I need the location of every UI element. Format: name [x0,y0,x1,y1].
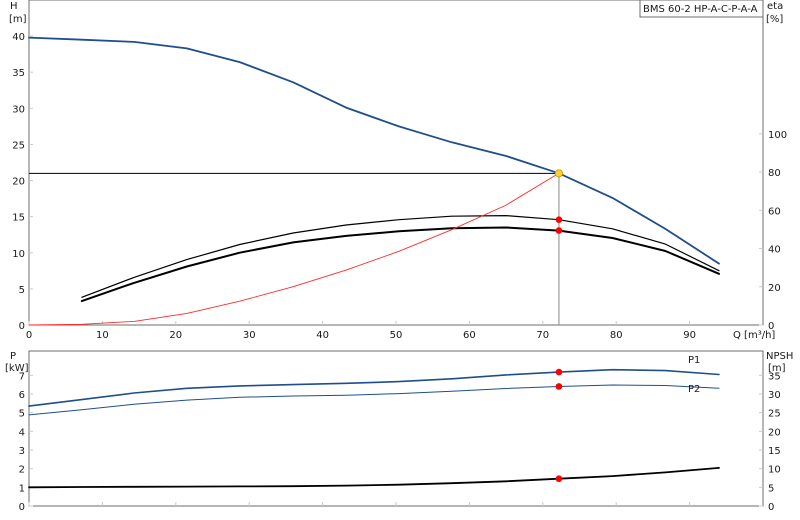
npsh-tick-label: 5 [768,483,774,494]
x-tick-label: 20 [169,330,182,341]
npsh-tick-label: 30 [768,390,781,401]
power-npsh-series [28,368,720,489]
y-axis-right-unit: [%] [766,14,783,25]
y-left-tick-label: 15 [12,213,25,224]
power-axis-name: P [10,351,16,362]
x-axis-label: Q [m³/h] [733,330,775,341]
x-tick-label: 80 [610,330,623,341]
curve-p2 [28,384,720,416]
y-right-tick-label: 80 [768,168,781,179]
npsh-axis-name: NPSH [766,351,793,362]
y-right-tick-label: 20 [768,283,781,294]
curve-p1 [28,368,720,407]
x-tick-label: 40 [316,330,329,341]
y-right-tick-label: 40 [768,245,781,256]
curve-system-curve [28,172,560,326]
power-npsh-marker [555,383,563,390]
y-left-tick-label: 5 [19,285,25,296]
head-efficiency-ticks: 0 10 20 30 40 50 60 70 80 90051015202530354002040… [12,32,787,341]
npsh-tick-label: 0 [768,502,774,513]
x-tick-label: 0 [26,330,32,341]
curve-npsh [28,466,720,489]
pump-curve-chart: 0 10 20 30 40 50 60 70 80 90051015202530354002040… [5,0,793,513]
curve-eta-upper [81,215,720,298]
x-tick-label: 10 [96,330,109,341]
curve-eta-lower [80,226,720,303]
x-tick-label: 60 [463,330,476,341]
duty-point [554,169,563,178]
power-npsh-panel: 0123456705101520253035 P [kW] NPSH [m] P… [5,350,793,513]
x-tick-label: 90 [683,330,696,341]
npsh-tick-label: 20 [768,427,781,438]
model-label: BMS 60-2 HP-A-C-P-A-A [643,4,758,15]
y-left-tick-label: 25 [12,140,25,151]
npsh-tick-label: 15 [768,446,781,457]
power-npsh-marker [555,475,563,483]
power-npsh-marker [555,368,563,376]
x-tick-label: 30 [243,330,256,341]
y-axis-left-unit: [m] [9,14,27,25]
power-tick-label: 4 [19,427,25,438]
y-left-tick-label: 10 [12,249,25,260]
y-right-tick-label: 60 [768,206,781,217]
power-npsh-plot-frame [28,350,764,507]
series-label-p1: P1 [688,355,700,366]
y-right-tick-label: 100 [768,130,787,141]
power-tick-label: 6 [19,390,25,401]
npsh-tick-label: 25 [768,409,781,420]
y-left-tick-label: 0 [19,321,25,332]
power-tick-label: 0 [19,502,25,513]
power-tick-label: 2 [19,465,25,476]
power-tick-label: 1 [19,483,25,494]
y-left-tick-label: 35 [12,68,25,79]
head-efficiency-series [28,36,720,326]
y-left-tick-label: 40 [12,32,25,43]
x-tick-label: 70 [536,330,549,341]
series-label-p2: P2 [688,384,700,395]
efficiency-marker [555,227,563,234]
y-left-tick-label: 20 [12,177,25,188]
power-npsh-markers [555,368,563,483]
efficiency-marker [555,216,563,223]
power-tick-label: 3 [19,446,25,457]
npsh-tick-label: 10 [768,465,781,476]
head-efficiency-panel: 0 10 20 30 40 50 60 70 80 90051015202530354002040… [9,0,787,341]
y-left-tick-label: 30 [12,104,25,115]
y-axis-right-name: eta [767,1,783,12]
power-tick-label: 5 [19,409,25,420]
power-axis-unit: [kW] [5,363,29,374]
y-axis-left-name: H [10,1,18,12]
npsh-axis-unit: [m] [768,363,786,374]
x-tick-label: 50 [390,330,403,341]
